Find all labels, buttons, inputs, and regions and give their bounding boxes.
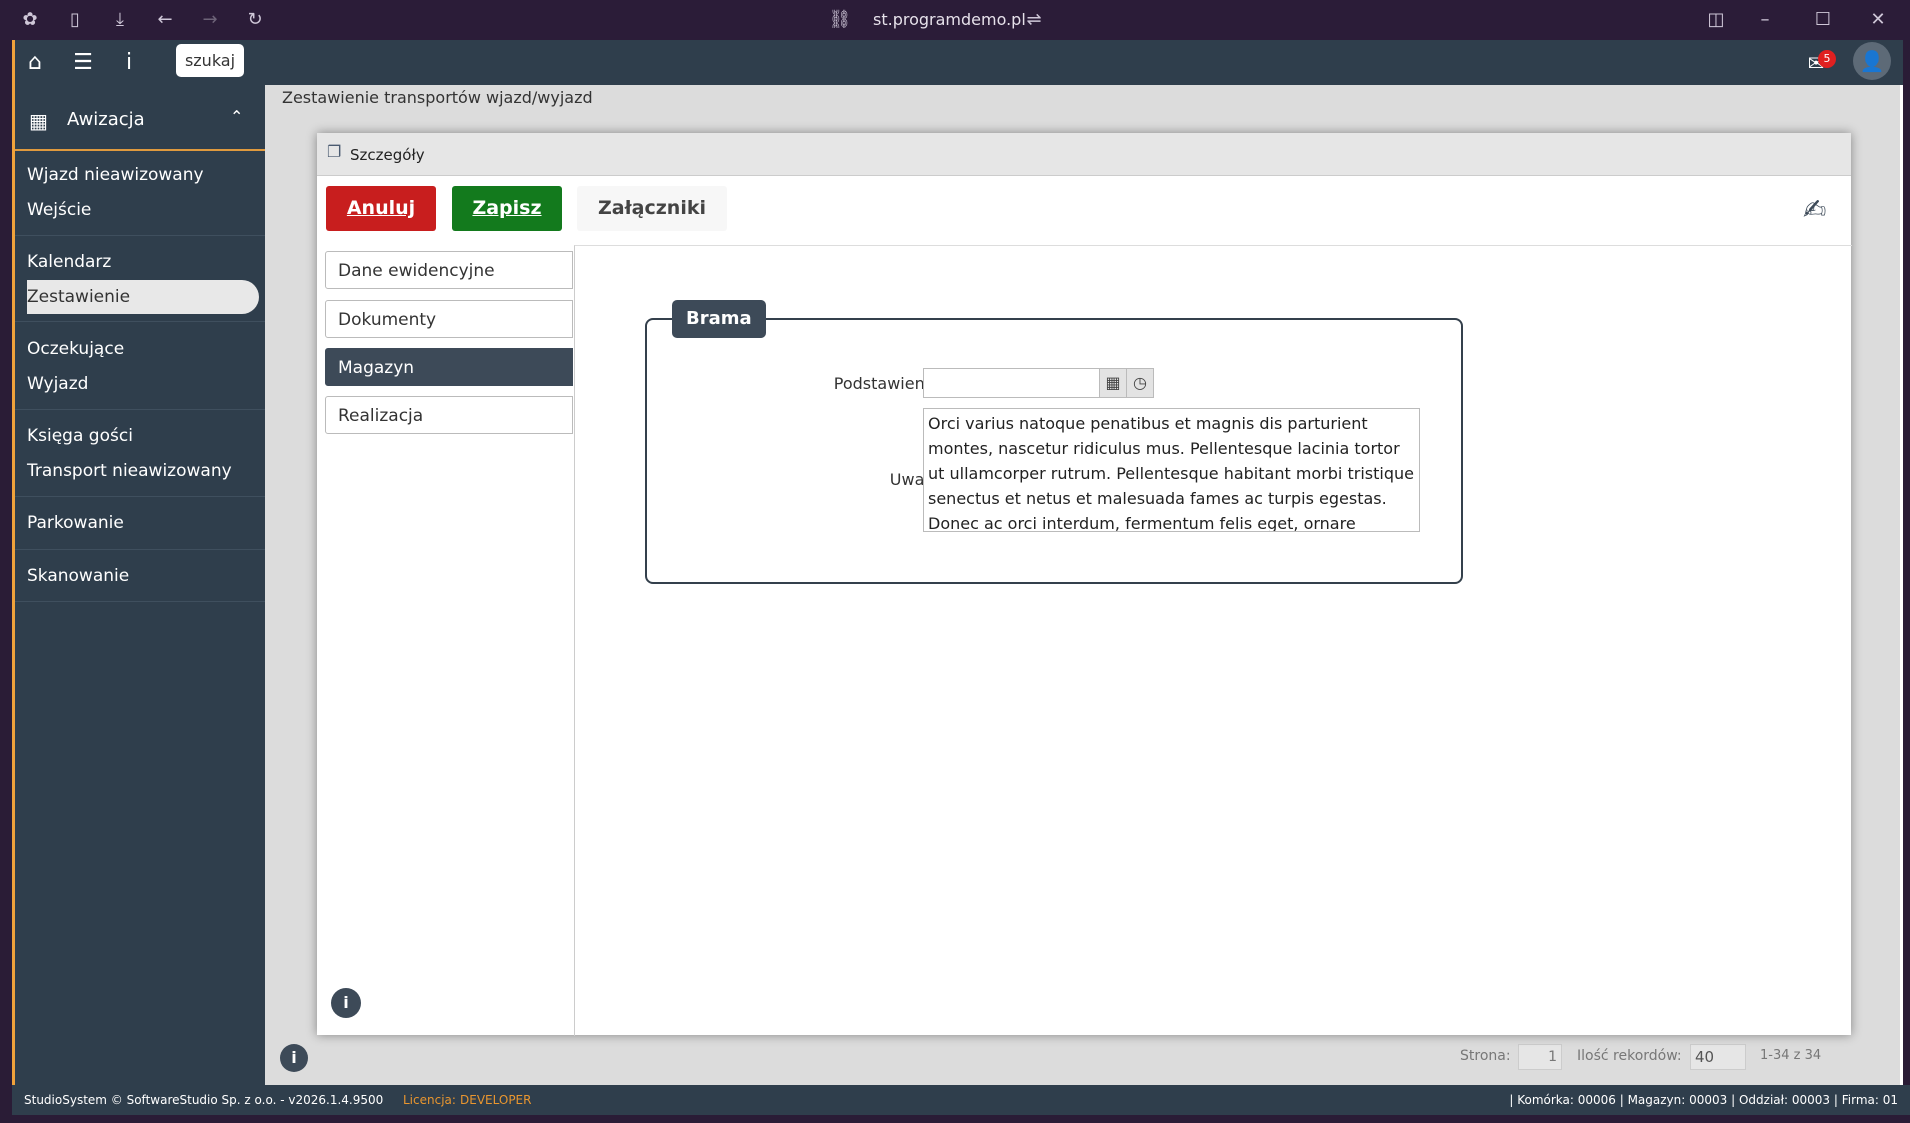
fieldset-title: Brama <box>672 300 766 338</box>
sidebar-divider <box>15 235 265 236</box>
podstawienie-label: Podstawienie <box>833 374 939 393</box>
pager-page-input[interactable]: 1 <box>1518 1044 1562 1070</box>
app-header: ⌂ ☰ i ✉ 5 👤 <box>12 40 1903 85</box>
clock-picker-icon[interactable]: ◷ <box>1126 368 1154 398</box>
sidebar-section-title: Awizacja <box>67 109 145 130</box>
license-value: DEVELOPER <box>460 1093 532 1107</box>
copyright-text: StudioSystem © SoftwareStudio Sp. z o.o.… <box>24 1093 384 1107</box>
info-icon[interactable]: i <box>115 50 143 76</box>
sidebar-divider <box>15 549 265 550</box>
calendar-picker-icon[interactable]: ▦ <box>1099 368 1127 398</box>
sidebar-item-zestawienie[interactable]: Zestawienie <box>27 280 259 314</box>
maximize-icon[interactable]: ☐ <box>1811 8 1835 32</box>
signature-edit-icon[interactable]: ✍ <box>1803 193 1839 227</box>
sidebar-item-wejscie[interactable]: Wejście <box>27 193 257 227</box>
details-modal: ❐ Szczegóły Anuluj Zapisz Załączniki ✍ D… <box>317 133 1852 1036</box>
status-bar: StudioSystem © SoftwareStudio Sp. z o.o.… <box>12 1085 1910 1115</box>
sidebar-item-wjazd-nieawizowany[interactable]: Wjazd nieawizowany <box>27 158 257 192</box>
pager-records-select[interactable]: 40 <box>1690 1044 1746 1070</box>
sidebar-divider <box>15 409 265 410</box>
pager-page-label: Strona: <box>1460 1048 1511 1064</box>
sidebar-divider <box>15 496 265 497</box>
sidebar-item-ksiega-gosci[interactable]: Księga gości <box>27 419 257 453</box>
sidebar-item-parkowanie[interactable]: Parkowanie <box>27 506 257 540</box>
sidebar-item-kalendarz[interactable]: Kalendarz <box>27 245 257 279</box>
chevron-up-icon[interactable]: ⌃ <box>230 107 243 126</box>
context-info: | Komórka: 00006 | Magazyn: 00003 | Oddz… <box>1509 1093 1898 1107</box>
back-icon[interactable]: ← <box>153 8 177 32</box>
tab-dane-ewidencyjne[interactable]: Dane ewidencyjne <box>325 251 573 289</box>
sidebar-item-skanowanie[interactable]: Skanowanie <box>27 559 257 593</box>
minimize-icon[interactable]: – <box>1753 8 1777 32</box>
user-avatar-icon[interactable]: 👤 <box>1853 42 1891 80</box>
document-icon: ❐ <box>327 142 342 161</box>
sidebar: ▦ Awizacja ⌃ Wjazd nieawizowany Wejście … <box>15 85 265 1085</box>
tab-content: Brama Podstawienie ▦ ◷ Uwagi Orci varius… <box>574 245 1852 1036</box>
link-icon: ⛓ <box>828 9 852 30</box>
sidebar-divider <box>15 321 265 322</box>
pager-range: 1-34 z 34 <box>1760 1048 1822 1063</box>
modal-title: Szczegóły <box>350 146 425 164</box>
search-button[interactable]: szukaj <box>176 44 244 77</box>
sidebar-divider <box>15 601 265 602</box>
modal-titlebar: ❐ Szczegóły <box>317 133 1851 176</box>
forward-icon[interactable]: → <box>198 8 222 32</box>
sidebar-section-awizacja[interactable]: ▦ Awizacja ⌃ <box>15 95 265 151</box>
sidebar-item-oczekujace[interactable]: Oczekujące <box>27 332 257 366</box>
browser-logo-icon[interactable]: ✿ <box>18 8 42 32</box>
grid-info-icon[interactable]: i <box>280 1044 308 1072</box>
calendar-icon: ▦ <box>29 109 48 133</box>
license-label: Licencja: <box>403 1093 456 1107</box>
browser-toolbar: ✿ ▯ ⤓ ← → ↻ ⛓ st.programdemo.pl ⇌ ◫ – ☐ … <box>0 0 1910 40</box>
fieldset-brama: Brama Podstawienie ▦ ◷ Uwagi Orci varius… <box>645 300 1463 584</box>
reload-icon[interactable]: ↻ <box>243 8 267 32</box>
sidebar-item-transport-nieawizowany[interactable]: Transport nieawizowany <box>27 454 257 488</box>
home-icon[interactable]: ⌂ <box>21 50 49 76</box>
pager-records-label: Ilość rekordów: <box>1577 1048 1682 1064</box>
uwagi-textarea[interactable]: Orci varius natoque penatibus et magnis … <box>923 408 1420 532</box>
url-text[interactable]: st.programdemo.pl <box>873 9 1026 31</box>
page-title: Zestawienie transportów wjazd/wyjazd <box>282 88 593 107</box>
download-icon[interactable]: ⤓ <box>108 8 132 32</box>
sidebar-item-wyjazd[interactable]: Wyjazd <box>27 367 257 401</box>
save-button[interactable]: Zapisz <box>452 186 562 231</box>
podstawienie-input[interactable] <box>923 368 1121 398</box>
site-settings-icon[interactable]: ⇌ <box>1022 8 1046 32</box>
menu-collapse-icon[interactable]: ☰ <box>69 50 97 76</box>
attachments-button[interactable]: Załączniki <box>577 186 727 231</box>
uwagi-label: Uwagi <box>889 470 939 489</box>
close-icon[interactable]: ✕ <box>1866 8 1890 32</box>
mail-count-badge: 5 <box>1818 50 1836 68</box>
tab-magazyn[interactable]: Magazyn <box>325 348 573 386</box>
modal-info-icon[interactable]: i <box>331 988 361 1018</box>
tab-dokumenty[interactable]: Dokumenty <box>325 300 573 338</box>
sidebar-toggle-icon[interactable]: ▯ <box>63 8 87 32</box>
split-view-icon[interactable]: ◫ <box>1704 8 1728 32</box>
tab-realizacja[interactable]: Realizacja <box>325 396 573 434</box>
cancel-button[interactable]: Anuluj <box>326 186 436 231</box>
